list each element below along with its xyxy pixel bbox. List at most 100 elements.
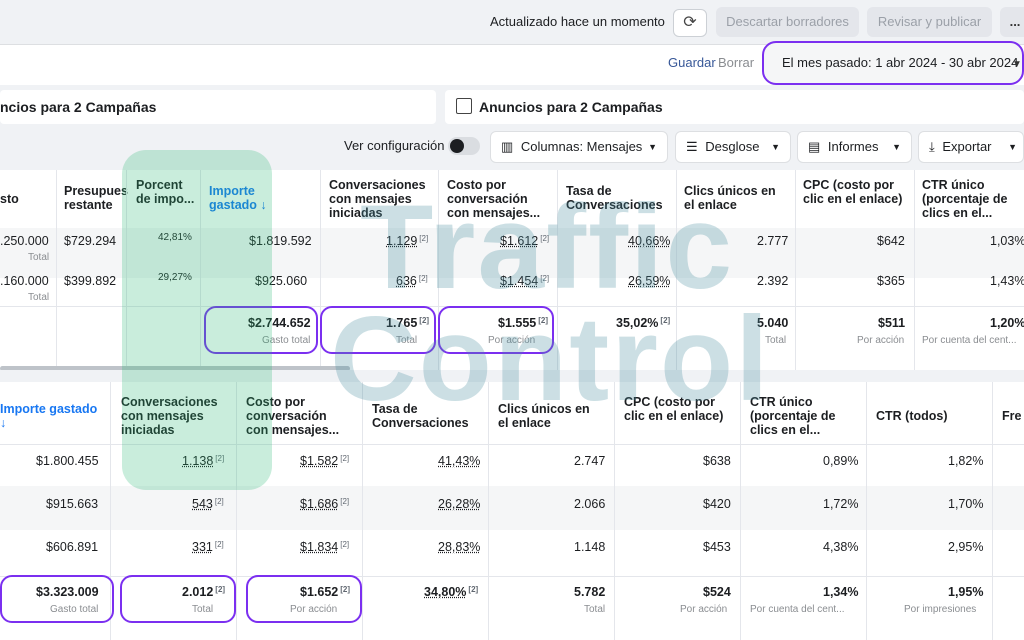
cell[interactable]: $1.686 [2] [300,497,349,511]
cell: 1.148 [574,540,606,554]
col-header[interactable]: Fre [1002,409,1024,423]
col-header-sorted[interactable]: Importe gastado ↓ [0,402,100,430]
col-header[interactable]: Presupues restante [64,184,128,212]
chevron-down-icon: ▼ [648,142,657,152]
highlight-circle [246,575,362,623]
columns-label: Columnas: Mensajes [520,139,643,154]
cell: 0,89% [823,454,859,468]
total-ctr: 1,20% [990,316,1024,330]
clear-link[interactable]: Borrar [718,55,754,70]
view-config-toggle[interactable] [448,137,480,155]
cell: .160.000 [0,274,49,288]
chevron-down-icon: ▼ [1008,142,1017,152]
chevron-down-icon: ▼ [892,142,901,152]
tab-ads-right-label: Anuncios para 2 Campañas [479,99,663,115]
cell-sub: Por cuenta del cent... [922,335,1017,346]
reports-button[interactable]: ▤ Informes ▼ [797,131,912,163]
cell: $365 [877,274,905,288]
chevron-down-icon[interactable]: ▼ [1012,59,1022,70]
cell: .250.000 [0,234,49,248]
cell[interactable]: $1.834 [2] [300,540,349,554]
cell: $453 [703,540,731,554]
col-header[interactable]: CTR único (porcentaje de clics en el... [922,178,1022,220]
cell: 2.392 [757,274,789,288]
cell[interactable]: $1.582 [2] [300,454,349,468]
columns-button[interactable]: ▥ Columnas: Mensajes ▼ [490,131,668,163]
tab-ads-left[interactable]: ncios para 2 Campañas [0,90,436,124]
highlight-circle [0,575,114,623]
cell-sub: Por impresiones [904,604,977,615]
cell-sub: Por cuenta del cent... [750,604,845,615]
cell: $1.800.455 [36,454,99,468]
divider [56,170,57,370]
total-cpc: $524 [703,585,731,599]
cell-sub: Total [28,252,50,263]
discard-drafts-button[interactable]: Descartar borradores [716,7,859,37]
divider [914,170,915,370]
date-range-selector[interactable]: El mes pasado: 1 abr 2024 - 30 abr 2024 [762,41,1024,85]
chevron-down-icon: ▼ [771,142,780,152]
total-clicks: 5.782 [574,585,606,599]
watermark-logo [122,150,272,490]
cell: 2.777 [757,234,789,248]
cell: 4,38% [823,540,859,554]
cell-sub: Total [28,292,50,303]
reports-label: Informes [827,139,879,154]
total-ctr-all: 1,95% [948,585,984,599]
tab-ads-right[interactable]: Anuncios para 2 Campañas [445,90,1024,124]
cell: $642 [877,234,905,248]
cell-sub: Por acción [680,604,728,615]
cell[interactable]: 331 [2] [192,540,224,554]
cell: 1,43% [990,274,1024,288]
top-bar: Actualizado hace un momento ⟳ Descartar … [0,0,1024,44]
refresh-icon: ⟳ [683,14,697,31]
date-range-label: El mes pasado: 1 abr 2024 - 30 abr 2024 [782,55,1019,70]
cell: 1,70% [948,497,984,511]
total-cpc: $511 [878,316,906,330]
cell-sub: Total [584,604,606,615]
updated-status: Actualizado hace un momento [490,14,665,29]
col-header[interactable]: sto [0,192,50,206]
download-icon: ⤓ [929,139,935,154]
cell-sub: Por acción [857,335,905,346]
breakdown-icon: ☰ [686,139,698,154]
cell: $729.294 [64,234,117,248]
highlight-circle [120,575,236,623]
cell: $638 [703,454,731,468]
cell: 2.066 [574,497,606,511]
reports-icon: ▤ [808,139,821,154]
columns-icon: ▥ [501,139,514,154]
more-options-button[interactable]: ... [1000,7,1024,37]
cell[interactable]: 26,28% [438,497,480,511]
export-button[interactable]: ⤓ Exportar ▼ [918,131,1024,163]
cell: $606.891 [46,540,99,554]
refresh-button[interactable]: ⟳ [673,9,707,37]
view-config-label: Ver configuración [344,138,445,153]
total-rate: 34,80% [2] [424,585,479,599]
breakdown-label: Desglose [705,139,760,154]
row-bg [0,486,1024,530]
col-header[interactable]: CPC (costo por clic en el enlace) [803,178,903,206]
ad-icon [456,98,472,114]
divider [866,382,867,640]
cell: 2,95% [948,540,984,554]
save-link[interactable]: Guardar [668,55,716,70]
cell[interactable]: 28,83% [438,540,480,554]
cell: 1,72% [823,497,859,511]
review-publish-button[interactable]: Revisar y publicar [867,7,992,37]
divider [795,170,796,370]
cell: $399.892 [64,274,117,288]
filter-bar: Guardar Borrar El mes pasado: 1 abr 2024… [0,41,1024,85]
export-label: Exportar [942,139,992,154]
breakdown-button[interactable]: ☰ Desglose ▼ [675,131,791,163]
cell[interactable]: 41,43% [438,454,480,468]
col-header[interactable]: CTR (todos) [876,409,976,423]
divider [992,382,993,640]
cell: $420 [703,497,731,511]
tab-ads-left-label: ncios para 2 Campañas [0,99,157,115]
cell: $915.663 [46,497,99,511]
cell[interactable]: 543 [2] [192,497,224,511]
cell: 1,03% [990,234,1024,248]
cell: 2.747 [574,454,606,468]
cell: 1,82% [948,454,984,468]
